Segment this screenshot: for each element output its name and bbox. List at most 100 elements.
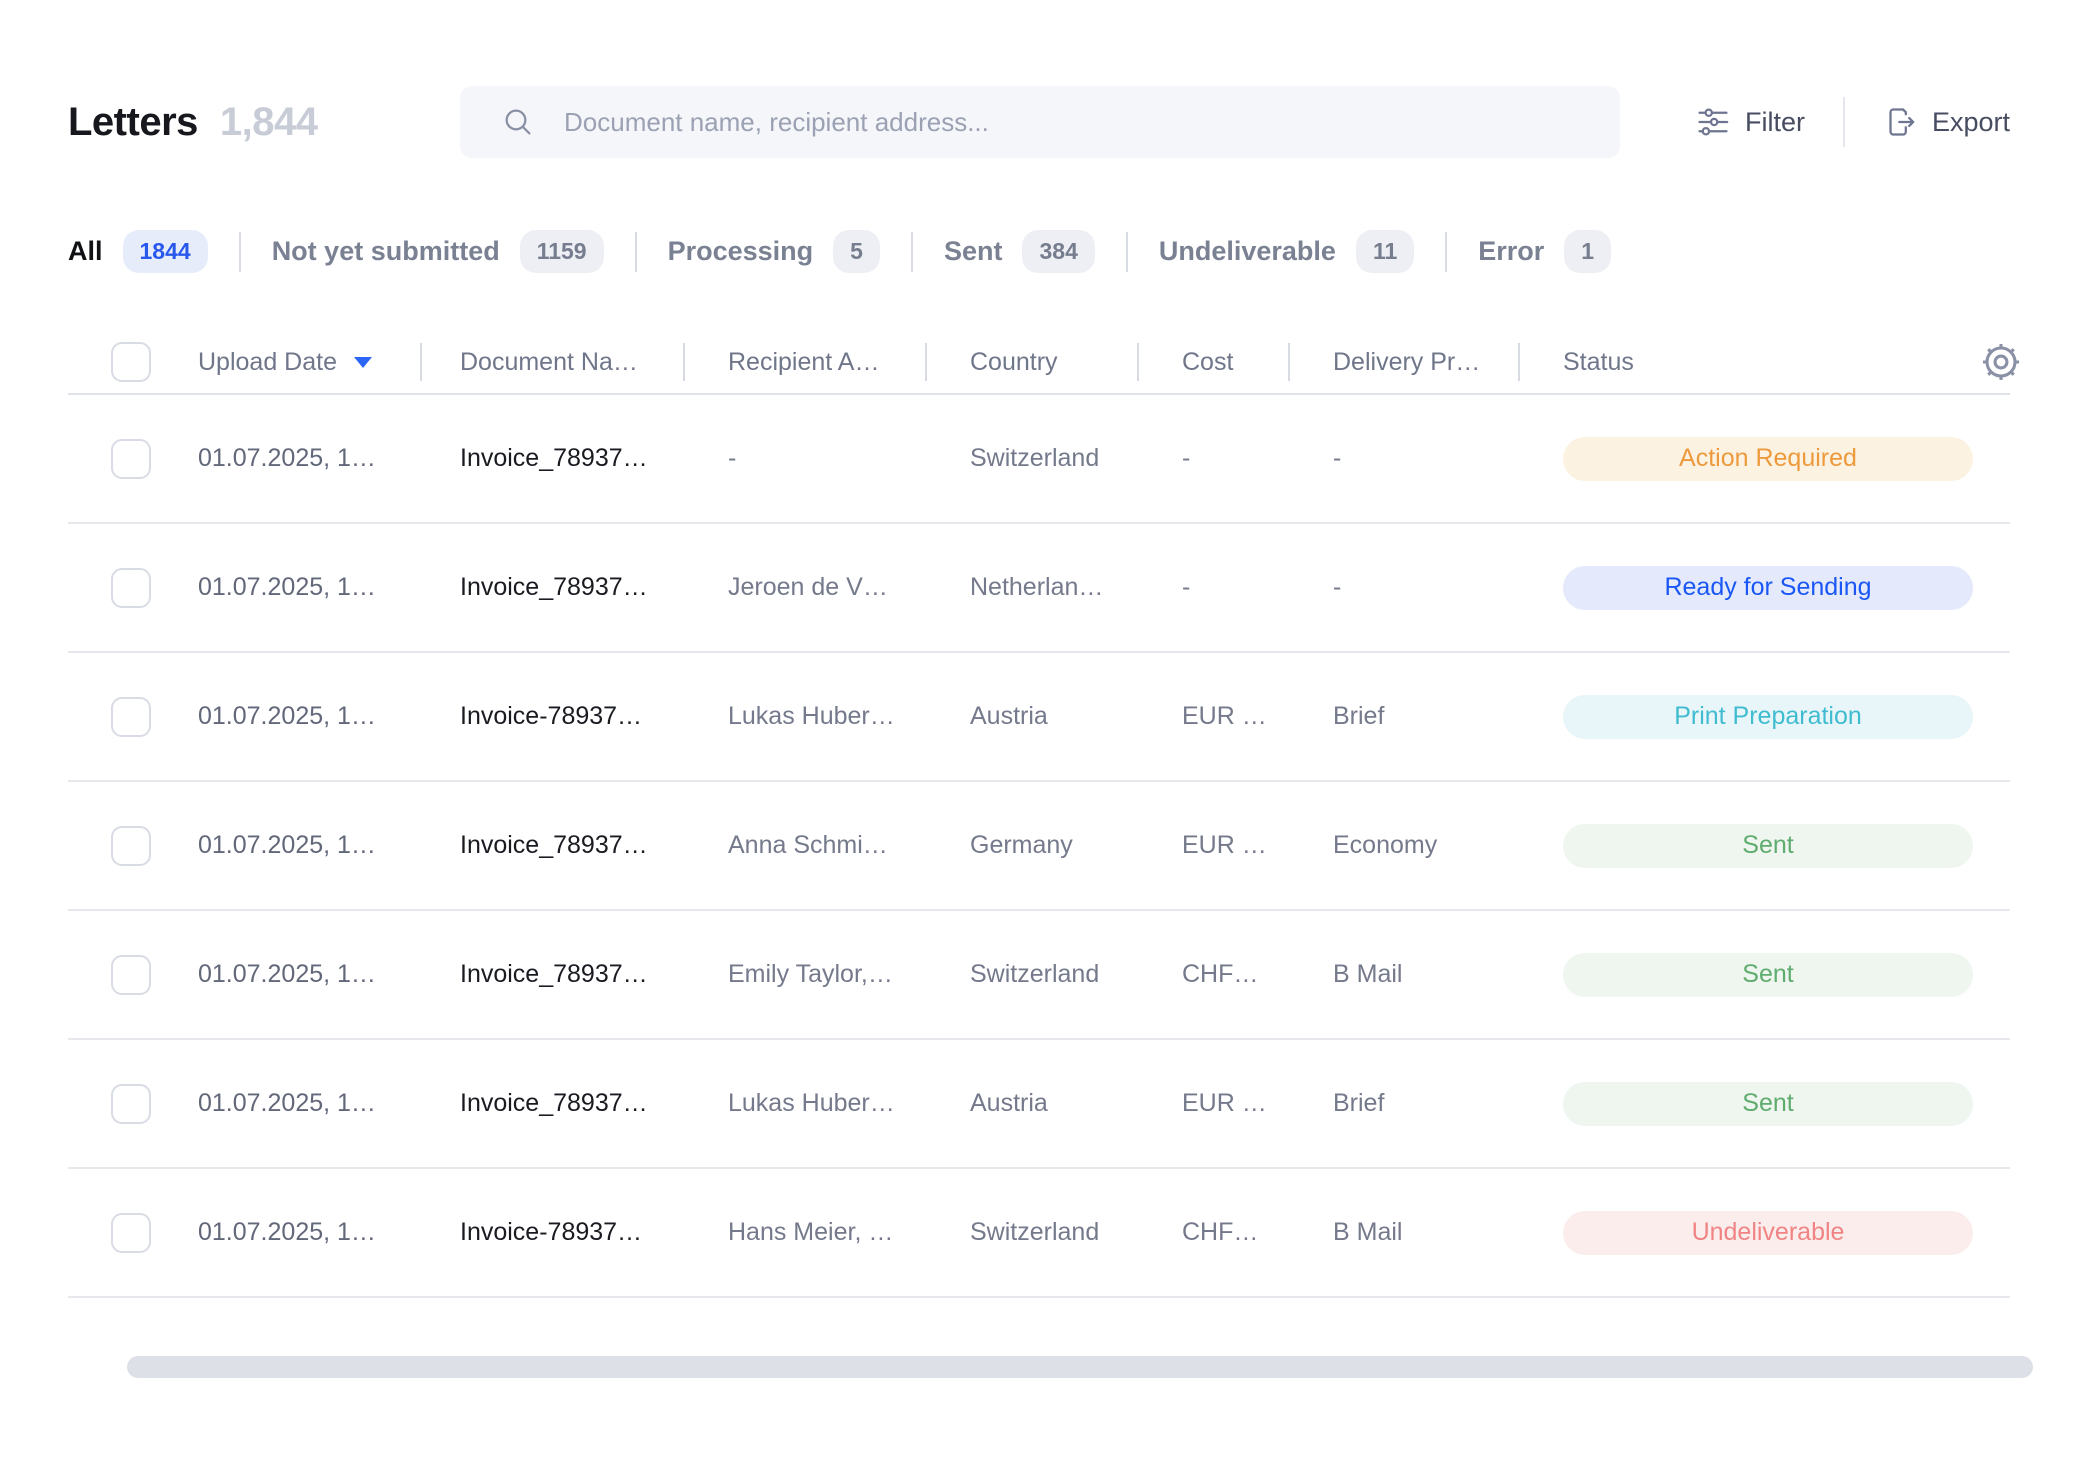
row-checkbox[interactable]	[111, 697, 151, 737]
select-all-checkbox[interactable]	[111, 342, 151, 382]
status-badge: Sent	[1563, 824, 1973, 868]
cell-delivery-product: -	[1288, 444, 1518, 473]
select-all-cell	[68, 331, 198, 393]
cell-status: Sent	[1518, 953, 1978, 997]
column-label-recipient: Recipient A…	[728, 348, 879, 377]
status-badge: Sent	[1563, 953, 1973, 997]
cell-recipient: Anna Schmi…	[683, 831, 925, 860]
row-checkbox[interactable]	[111, 1084, 151, 1124]
cell-status: Sent	[1518, 824, 1978, 868]
cell-country: Netherlan…	[925, 573, 1137, 602]
row-select-cell	[68, 1040, 198, 1167]
sort-upload-date[interactable]: Upload Date	[198, 348, 372, 377]
table-row[interactable]: 01.07.2025, 1… Invoice-78937… Lukas Hube…	[68, 653, 2010, 782]
table-row[interactable]: 01.07.2025, 1… Invoice_78937… Lukas Hube…	[68, 1040, 2010, 1169]
tab-label: Not yet submitted	[272, 236, 500, 267]
table-row[interactable]: 01.07.2025, 1… Invoice_78937… Jeroen de …	[68, 524, 2010, 653]
cell-delivery-product: Economy	[1288, 831, 1518, 860]
cell-country: Austria	[925, 1089, 1137, 1118]
tab-label: Undeliverable	[1159, 236, 1336, 267]
tab-count-badge: 5	[833, 230, 880, 273]
search-input[interactable]	[562, 106, 1462, 139]
search-box[interactable]	[460, 86, 1620, 158]
cell-recipient: Emily Taylor,…	[683, 960, 925, 989]
column-label-cost: Cost	[1182, 348, 1233, 377]
column-header-status[interactable]: Status	[1518, 331, 1978, 393]
column-header-country[interactable]: Country	[925, 331, 1137, 393]
cell-document-name: Invoice-78937…	[420, 702, 683, 731]
status-badge: Sent	[1563, 1082, 1973, 1126]
cell-cost: -	[1137, 444, 1288, 473]
tab-sent[interactable]: Sent 384	[944, 230, 1095, 273]
row-checkbox[interactable]	[111, 439, 151, 479]
row-checkbox[interactable]	[111, 1213, 151, 1253]
cell-upload-date: 01.07.2025, 1…	[198, 1089, 420, 1118]
tab-count-badge: 1844	[123, 230, 208, 273]
cell-delivery-product: B Mail	[1288, 960, 1518, 989]
cell-status: Sent	[1518, 1082, 1978, 1126]
cell-upload-date: 01.07.2025, 1…	[198, 702, 420, 731]
tab-count-badge: 384	[1022, 230, 1094, 273]
actions-divider	[1843, 97, 1845, 147]
page-title-count: 1,844	[220, 100, 318, 145]
row-checkbox[interactable]	[111, 955, 151, 995]
cell-recipient: Hans Meier, …	[683, 1218, 925, 1247]
column-label-upload-date: Upload Date	[198, 348, 337, 377]
status-badge: Undeliverable	[1563, 1211, 1973, 1255]
status-badge: Print Preparation	[1563, 695, 1973, 739]
cell-cost: CHF…	[1137, 1218, 1288, 1247]
horizontal-scrollbar-thumb[interactable]	[127, 1356, 2033, 1378]
column-header-document-name[interactable]: Document Na…	[420, 331, 683, 393]
cell-document-name: Invoice_78937…	[420, 960, 683, 989]
column-header-delivery-product[interactable]: Delivery Pr…	[1288, 331, 1518, 393]
cell-recipient: -	[683, 444, 925, 473]
cell-country: Switzerland	[925, 444, 1137, 473]
cell-delivery-product: Brief	[1288, 702, 1518, 731]
cell-cost: EUR …	[1137, 1089, 1288, 1118]
tab-count-badge: 1	[1564, 230, 1611, 273]
cell-status: Action Required	[1518, 437, 1978, 481]
tab-undeliverable[interactable]: Undeliverable 11	[1159, 230, 1414, 273]
filter-button[interactable]: Filter	[1696, 105, 1805, 139]
cell-country: Austria	[925, 702, 1137, 731]
column-header-recipient[interactable]: Recipient A…	[683, 331, 925, 393]
cell-document-name: Invoice_78937…	[420, 444, 683, 473]
cell-upload-date: 01.07.2025, 1…	[198, 960, 420, 989]
cell-cost: EUR …	[1137, 702, 1288, 731]
tab-processing[interactable]: Processing 5	[668, 230, 880, 273]
tab-not-yet-submitted[interactable]: Not yet submitted 1159	[272, 230, 604, 273]
export-button[interactable]: Export	[1883, 105, 2010, 139]
search-icon	[502, 106, 534, 138]
filter-button-label: Filter	[1745, 107, 1805, 138]
cell-cost: CHF…	[1137, 960, 1288, 989]
gear-icon[interactable]	[1978, 339, 2024, 385]
row-checkbox[interactable]	[111, 826, 151, 866]
cell-status: Undeliverable	[1518, 1211, 1978, 1255]
letters-table: Upload Date Document Na… Recipient A… Co…	[68, 331, 2010, 1298]
title-wrap: Letters 1,844	[68, 100, 460, 145]
letters-page: Letters 1,844 Filter	[0, 86, 2080, 1474]
tab-divider	[1126, 232, 1128, 272]
tab-label: Error	[1478, 236, 1544, 267]
table-row[interactable]: 01.07.2025, 1… Invoice_78937… - Switzerl…	[68, 395, 2010, 524]
tab-label: Sent	[944, 236, 1003, 267]
cell-status: Print Preparation	[1518, 695, 1978, 739]
tab-error[interactable]: Error 1	[1478, 230, 1611, 273]
tab-all[interactable]: All 1844	[68, 230, 208, 273]
tab-label: All	[68, 236, 103, 267]
cell-upload-date: 01.07.2025, 1…	[198, 573, 420, 602]
row-checkbox[interactable]	[111, 568, 151, 608]
row-select-cell	[68, 911, 198, 1038]
column-header-upload-date: Upload Date	[198, 331, 420, 393]
status-badge: Ready for Sending	[1563, 566, 1973, 610]
row-select-cell	[68, 524, 198, 651]
tab-count-badge: 11	[1356, 230, 1414, 273]
table-row[interactable]: 01.07.2025, 1… Invoice_78937… Emily Tayl…	[68, 911, 2010, 1040]
tab-count-badge: 1159	[520, 230, 604, 273]
column-header-cost[interactable]: Cost	[1137, 331, 1288, 393]
table-row[interactable]: 01.07.2025, 1… Invoice_78937… Anna Schmi…	[68, 782, 2010, 911]
cell-cost: EUR …	[1137, 831, 1288, 860]
table-row[interactable]: 01.07.2025, 1… Invoice-78937… Hans Meier…	[68, 1169, 2010, 1298]
column-label-country: Country	[970, 348, 1058, 377]
cell-cost: -	[1137, 573, 1288, 602]
